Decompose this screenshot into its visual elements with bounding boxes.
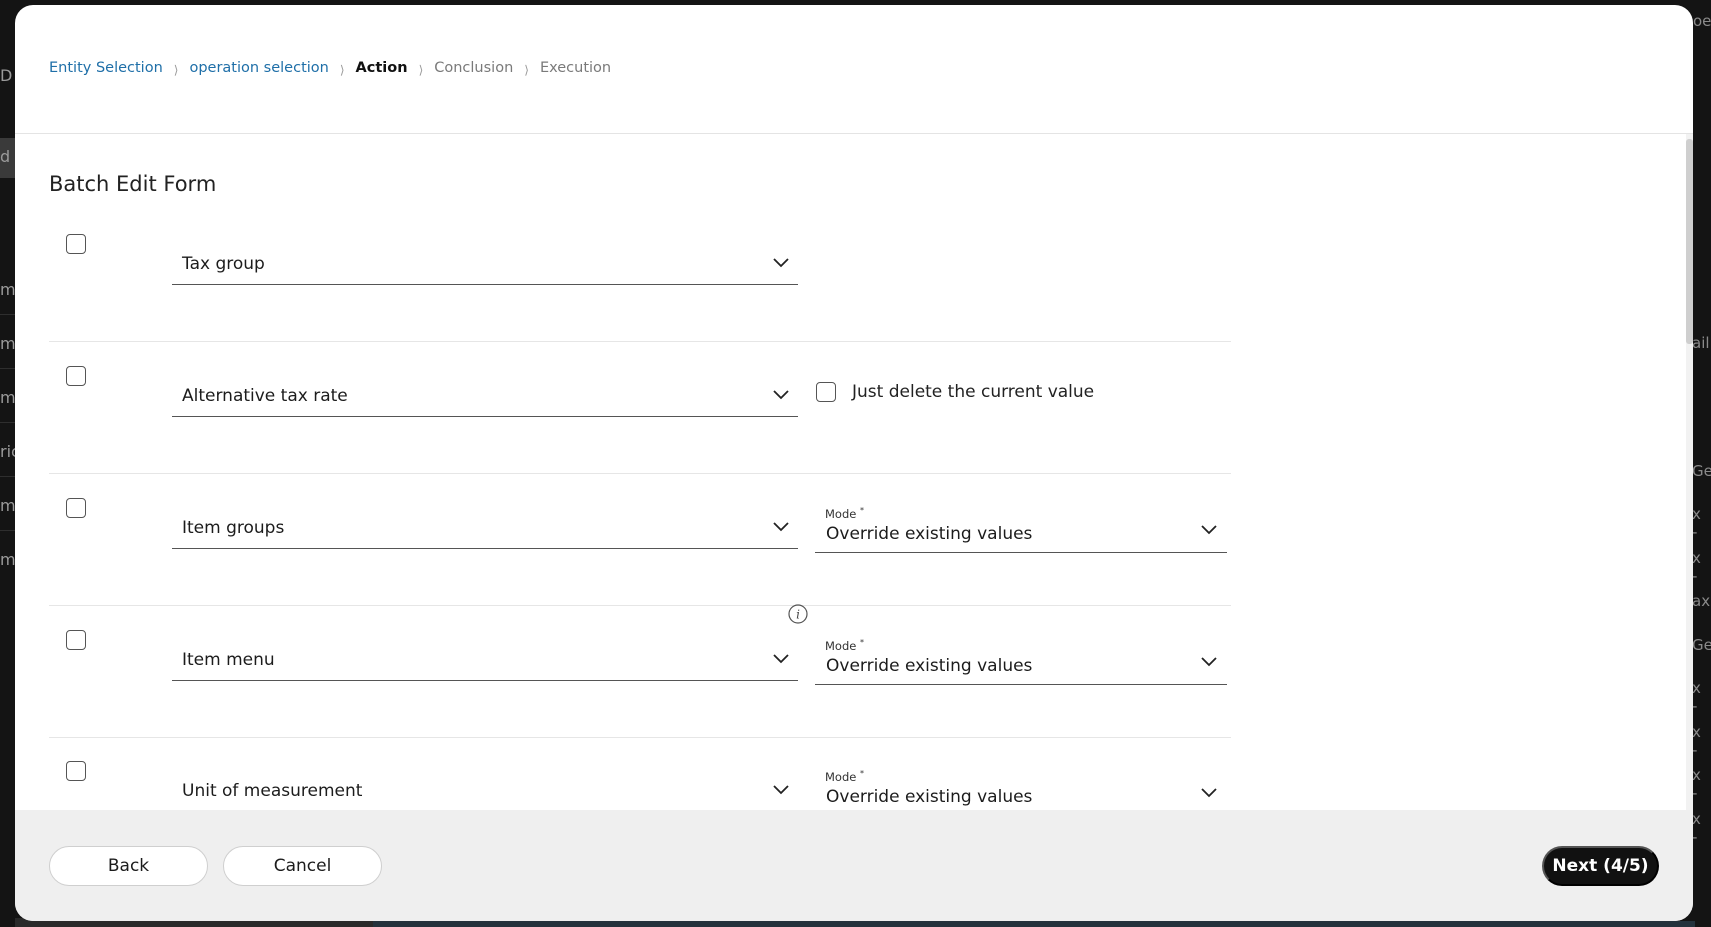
background-text: m (0, 550, 16, 569)
chevron-right-icon: ⟩ (173, 63, 179, 77)
background-text: x - (1692, 766, 1701, 802)
cancel-button[interactable]: Cancel (223, 846, 382, 886)
breadcrumb: Entity Selection ⟩ operation selection ⟩… (49, 60, 612, 77)
field-select-item-groups[interactable]: Item groups (172, 494, 798, 549)
row-enable-checkbox[interactable] (66, 498, 86, 518)
background-text: x - (1692, 679, 1701, 715)
background-divider (0, 530, 15, 531)
delete-current-value-checkbox[interactable] (816, 382, 836, 402)
field-select-value: Item groups (182, 518, 285, 538)
scrollbar-thumb[interactable] (1686, 139, 1693, 344)
mode-select[interactable]: Mode * Override existing values (815, 626, 1227, 685)
background-text: m (0, 388, 16, 407)
background-divider (0, 368, 15, 369)
background-text: d (0, 147, 11, 166)
svg-text:i: i (796, 608, 800, 622)
row-enable-checkbox[interactable] (66, 234, 86, 254)
chevron-down-icon (773, 654, 789, 664)
delete-current-value-label: Just delete the current value (852, 382, 1095, 402)
next-button[interactable]: Next (4/5) (1542, 846, 1659, 886)
mode-select[interactable]: Mode * Override existing values (815, 757, 1227, 815)
breadcrumb-step-operation-selection[interactable]: operation selection (189, 60, 328, 76)
field-select-alternative-tax-rate[interactable]: Alternative tax rate (172, 362, 798, 417)
background-text: m (0, 280, 16, 299)
breadcrumb-step-entity-selection[interactable]: Entity Selection (49, 60, 163, 76)
batch-edit-dialog: Entity Selection ⟩ operation selection ⟩… (15, 5, 1693, 921)
dialog-footer: Back Cancel Next (4/5) (15, 810, 1693, 921)
field-select-unit-of-measurement[interactable]: Unit of measurement (172, 757, 798, 812)
chevron-down-icon (773, 785, 789, 795)
field-select-tax-group[interactable]: Tax group (172, 230, 798, 285)
field-select-item-menu[interactable]: Item menu (172, 626, 798, 681)
breadcrumb-step-execution: Execution (539, 60, 612, 76)
mode-label: Mode * (825, 506, 864, 521)
mode-value: Override existing values (826, 787, 1033, 807)
field-select-value: Alternative tax rate (182, 386, 348, 406)
chevron-down-icon (1201, 788, 1217, 798)
background-text: Ge (1692, 462, 1711, 480)
chevron-right-icon: ⟩ (339, 63, 345, 77)
background-text: oe (1693, 12, 1711, 30)
mode-value: Override existing values (826, 524, 1033, 544)
back-button[interactable]: Back (49, 846, 208, 886)
background-text: x - (1692, 505, 1701, 541)
background-text: ax (1692, 592, 1711, 610)
chevron-down-icon (1201, 525, 1217, 535)
field-select-value: Tax group (182, 254, 265, 274)
mode-label: Mode * (825, 769, 864, 784)
background-app-left: D d m m m ric m m (0, 0, 20, 927)
chevron-down-icon (773, 390, 789, 400)
form-title: Batch Edit Form (49, 172, 217, 196)
mode-select[interactable]: Mode * Override existing values (815, 494, 1227, 553)
background-text: D (0, 66, 13, 85)
background-text: x - (1692, 810, 1701, 846)
background-text: m (0, 496, 16, 515)
breadcrumb-step-conclusion: Conclusion (434, 60, 514, 76)
form-row-alternative-tax-rate: Alternative tax rate Just delete the cur… (49, 342, 1231, 474)
chevron-right-icon: ⟩ (418, 63, 424, 77)
chevron-right-icon: ⟩ (524, 63, 529, 77)
background-text: ail (1692, 334, 1710, 352)
background-text: Ge (1692, 636, 1711, 654)
chevron-down-icon (773, 522, 789, 532)
mode-label: Mode * (825, 638, 864, 653)
row-enable-checkbox[interactable] (66, 630, 86, 650)
background-divider (0, 476, 15, 477)
breadcrumb-step-action: Action (355, 60, 408, 76)
background-divider (0, 422, 15, 423)
chevron-down-icon (1201, 657, 1217, 667)
background-text: x - (1692, 549, 1701, 585)
background-text: m (0, 334, 16, 353)
background-text: x - (1692, 723, 1701, 759)
form-row-unit-of-measurement: Unit of measurement Mode * Override exis… (49, 737, 1231, 815)
field-select-value: Unit of measurement (182, 781, 363, 801)
mode-value: Override existing values (826, 656, 1033, 676)
background-divider (0, 314, 15, 315)
row-enable-checkbox[interactable] (66, 761, 86, 781)
field-select-value: Item menu (182, 650, 275, 670)
background-bar (373, 921, 1695, 927)
chevron-down-icon (773, 258, 789, 268)
info-icon[interactable]: i (788, 604, 808, 624)
form-row-item-menu: Item menu i Mode * Override existing val… (49, 604, 1231, 738)
form-scroll-area[interactable]: Batch Edit Form Tax group Alternative ta… (15, 134, 1693, 815)
form-row-tax-group: Tax group (49, 210, 1231, 342)
row-enable-checkbox[interactable] (66, 366, 86, 386)
form-row-item-groups: Item groups Mode * Override existing val… (49, 474, 1231, 606)
